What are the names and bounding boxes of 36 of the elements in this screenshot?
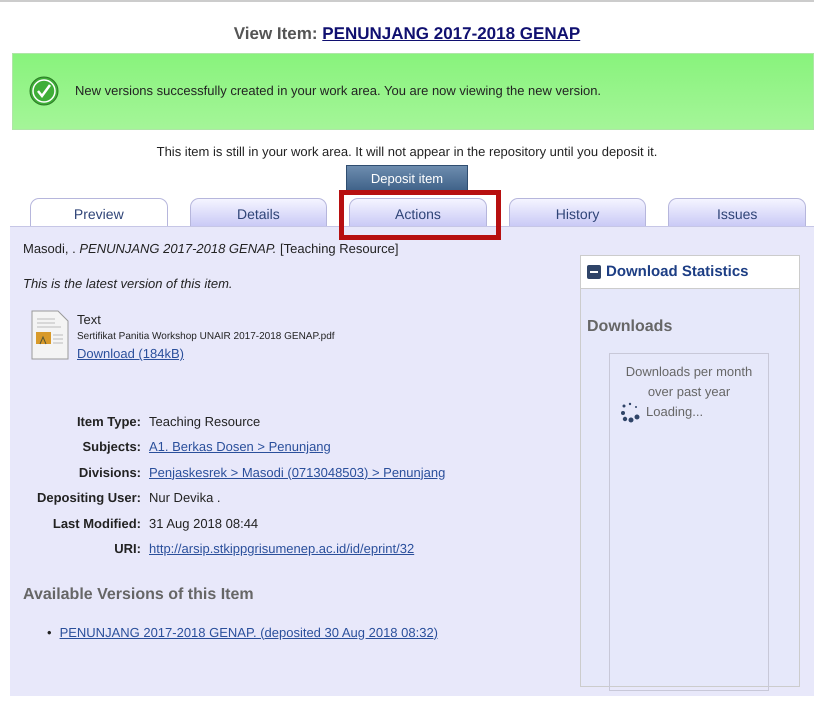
version-note: This is the latest version of this item.: [23, 275, 234, 293]
field-link[interactable]: http://arsip.stkippgrisumenep.ac.id/id/eprint/32: [149, 539, 414, 558]
field-label: Item Type:: [76, 412, 142, 431]
alert-message: New versions successfully created in your work area. You are now viewing the new version.: [75, 82, 602, 100]
bullet: •: [47, 624, 52, 642]
notice-text: This item is still in your work area. It will not appear in the repository until you deposit it.: [156, 142, 658, 161]
citation: Masodi, . PENUNJANG 2017-2018 GENAP. [Teaching Resource]: [23, 240, 400, 258]
versions-heading: Available Versions of this Item: [23, 584, 255, 604]
heading-label: View Item:: [234, 24, 318, 43]
file-name: Sertifikat Panitia Workshop UNAIR 2017-2018 GENAP.pdf: [77, 330, 335, 344]
success-check-icon: [29, 76, 59, 106]
loading-text: Loading...: [646, 403, 704, 422]
field-label: Divisions:: [78, 464, 142, 482]
document-icon: [31, 310, 69, 360]
downloads-heading: Downloads: [587, 317, 674, 337]
tab[interactable]: History: [508, 198, 646, 226]
tab[interactable]: Actions: [349, 198, 487, 226]
tab[interactable]: Issues: [668, 198, 806, 226]
field-link[interactable]: Penjaskesrek > Masodi (0713048503) > Penunjang: [149, 462, 446, 482]
field-value: 31 Aug 2018 08:44: [149, 514, 258, 533]
field-label: Last Modified:: [52, 514, 142, 532]
collapse-icon[interactable]: [587, 264, 601, 279]
field-value: Teaching Resource: [149, 412, 260, 431]
field-link[interactable]: A1. Berkas Dosen > Penunjang: [149, 437, 331, 456]
tab[interactable]: Details: [190, 198, 328, 226]
spinner-icon: [620, 401, 642, 423]
field-label: Subjects:: [81, 438, 142, 456]
field-label: Depositing User:: [36, 489, 142, 507]
tab[interactable]: Preview: [30, 198, 168, 226]
chart-title: Downloads per month over past year: [624, 363, 754, 401]
field-value: Nur Devika .: [149, 489, 221, 507]
version-link[interactable]: PENUNJANG 2017-2018 GENAP. (deposited 30 Aug 2018 08:32): [60, 622, 438, 642]
field-label: URI:: [113, 540, 142, 558]
download-link[interactable]: Download (184kB): [77, 346, 184, 361]
item-title-link[interactable]: PENUNJANG 2017-2018 GENAP: [322, 24, 580, 43]
document-format: Text: [77, 310, 102, 328]
